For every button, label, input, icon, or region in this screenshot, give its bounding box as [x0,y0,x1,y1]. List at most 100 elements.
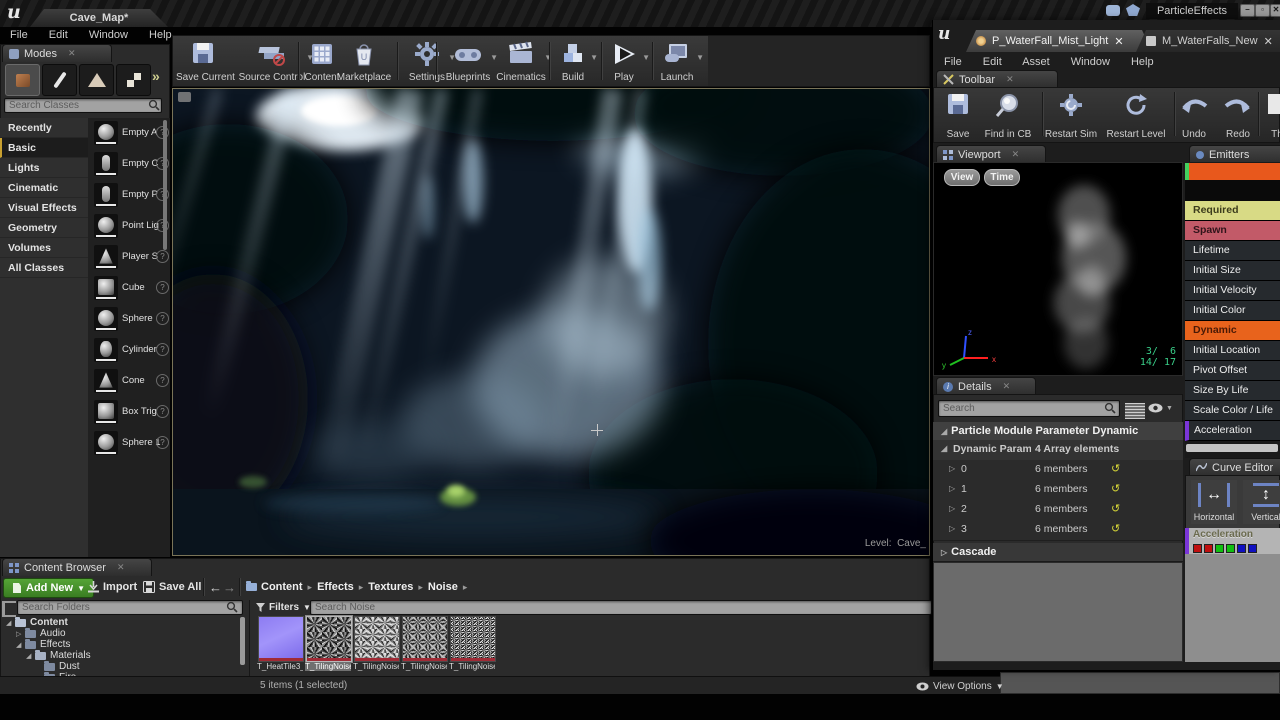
menu-window[interactable]: Window [89,29,128,41]
modes-panel-tab[interactable]: Modes ✕ [2,44,112,62]
filters-button[interactable]: Filters ▼ [256,598,311,616]
fit-horizontal-button[interactable]: ↔ Horizontal [1191,480,1237,524]
close-icon[interactable]: ✕ [1012,149,1020,160]
marketplace-button[interactable]: U Marketplace [333,39,395,85]
module-initial-location[interactable]: Initial Location [1185,341,1280,361]
mode-place-button[interactable] [5,64,40,96]
module-required[interactable]: Required [1185,201,1280,221]
close-icon[interactable]: ✕ [68,48,76,59]
menu-help[interactable]: Help [1131,56,1154,68]
mode-landscape-button[interactable] [79,64,114,96]
dynamic-param-row[interactable]: ◢ Dynamic Param 4 Array elements [933,440,1183,461]
curve-editor-tab[interactable]: Curve Editor [1189,458,1280,476]
modes-expander-chevron[interactable]: » [152,68,160,84]
array-element-row[interactable]: ▷ 3 6 members ↺ [933,520,1183,541]
mode-geometry-button[interactable] [116,64,151,96]
help-icon[interactable]: ? [156,405,169,418]
array-element-row[interactable]: ▷ 1 6 members ↺ [933,480,1183,501]
menu-help[interactable]: Help [149,29,172,41]
details-panel-tab[interactable]: i Details ✕ [936,377,1036,395]
curve-track-acceleration[interactable]: Acceleration [1185,528,1280,554]
collapsed-arrow-icon[interactable]: ▷ [949,484,955,493]
search-folders-input[interactable] [17,600,243,615]
category-lights[interactable]: Lights [0,158,88,178]
module-size-by-life[interactable]: Size By Life [1185,381,1280,401]
emitter-thumbnail[interactable] [1185,180,1280,201]
close-icon[interactable]: ✕ [1114,35,1123,48]
minimize-button[interactable]: – [1240,4,1255,17]
placeable-empty-pawn[interactable]: Empty P? [88,180,169,211]
reset-to-default-icon[interactable]: ↺ [1111,462,1120,475]
emitter-header[interactable] [1185,163,1280,180]
build-button[interactable]: Build ▼ [552,39,598,85]
placeable-player-start[interactable]: Player S? [88,242,169,273]
module-spawn[interactable]: Spawn [1185,221,1280,241]
tree-item-content[interactable]: ◢ Content [6,616,68,628]
breadcrumb-effects[interactable]: Effects [317,581,354,593]
module-dynamic[interactable]: Dynamic [1185,321,1280,341]
breadcrumb-content[interactable]: Content [261,581,303,593]
help-icon[interactable]: ? [156,312,169,325]
level-viewport[interactable] [172,88,930,556]
close-button[interactable]: ✕ [1270,4,1280,17]
history-forward-button[interactable]: → [223,580,236,595]
placeable-empty-actor[interactable]: Empty A? [88,118,169,149]
cascade-section-header[interactable]: ▷ Cascade [933,543,1183,562]
expanded-arrow-icon[interactable]: ◢ [6,619,15,627]
placeable-cone[interactable]: Cone? [88,366,169,397]
chat-icon[interactable] [1106,5,1120,16]
help-icon[interactable]: ? [156,343,169,356]
curve-channel-blue[interactable] [1248,544,1257,553]
array-element-row[interactable]: ▷ 2 6 members ↺ [933,500,1183,521]
asset-t-tilingnoise-selected[interactable] [305,615,353,663]
property-matrix-icon[interactable] [1122,400,1148,422]
undo-button[interactable]: Undo [1174,90,1214,142]
curve-channel-green[interactable] [1226,544,1235,553]
particle-viewport-tab[interactable]: Viewport ✕ [936,145,1046,163]
search-assets-input[interactable] [310,600,932,615]
cinematics-button[interactable]: Cinematics ▼ [492,39,552,85]
save-button[interactable]: Save [936,90,980,142]
category-volumes[interactable]: Volumes [0,238,88,258]
help-icon[interactable]: ? [156,374,169,387]
view-menu-button[interactable]: View [944,169,980,186]
details-section-header[interactable]: ◢ Particle Module Parameter Dynamic [933,422,1183,441]
search-classes-input[interactable] [4,98,162,113]
launch-button[interactable]: Launch ▼ [654,39,704,85]
close-icon[interactable]: ✕ [117,562,125,573]
reset-to-default-icon[interactable]: ↺ [1111,522,1120,535]
play-button[interactable]: Play ▼ [604,39,650,85]
details-view-options-button[interactable]: ▼ [1148,400,1178,416]
menu-file[interactable]: File [10,29,28,41]
placeable-cube[interactable]: Cube? [88,273,169,304]
placeable-box-trigger[interactable]: Box Trig? [88,397,169,428]
curve-channel-red[interactable] [1193,544,1202,553]
tree-item-dust[interactable]: Dust [44,660,80,672]
tree-item-materials[interactable]: ◢ Materials [26,649,91,661]
module-pivot-offset[interactable]: Pivot Offset [1185,361,1280,381]
placeable-sphere-trigger[interactable]: Sphere 1? [88,428,169,459]
category-basic[interactable]: Basic [0,138,88,158]
menu-file[interactable]: File [944,56,962,68]
placeable-sphere[interactable]: Sphere? [88,304,169,335]
level-tab[interactable]: Cave_Map* [30,9,168,27]
viewport-options-icon[interactable] [178,92,191,102]
menu-edit[interactable]: Edit [983,56,1002,68]
close-icon[interactable]: ✕ [1264,35,1273,48]
sources-toggle-icon[interactable] [2,601,16,617]
menu-edit[interactable]: Edit [49,29,68,41]
module-scale-color-life[interactable]: Scale Color / Life [1185,401,1280,421]
help-icon[interactable]: ? [156,281,169,294]
category-all-classes[interactable]: All Classes [0,258,88,278]
time-menu-button[interactable]: Time [984,169,1020,186]
fit-vertical-button[interactable]: ↕ Vertical [1243,480,1280,524]
menu-window[interactable]: Window [1071,56,1110,68]
import-button[interactable]: Import [88,578,137,596]
maximize-button[interactable]: ▫ [1255,4,1270,17]
restart-level-button[interactable]: Restart Level [1102,90,1170,142]
placeable-empty-character[interactable]: Empty C? [88,149,169,180]
breadcrumb-noise[interactable]: Noise [428,581,458,593]
view-options-button[interactable]: View Options ▼ [916,677,1004,695]
help-icon[interactable]: ? [156,436,169,449]
tree-item-effects[interactable]: ◢ Effects [16,638,70,650]
